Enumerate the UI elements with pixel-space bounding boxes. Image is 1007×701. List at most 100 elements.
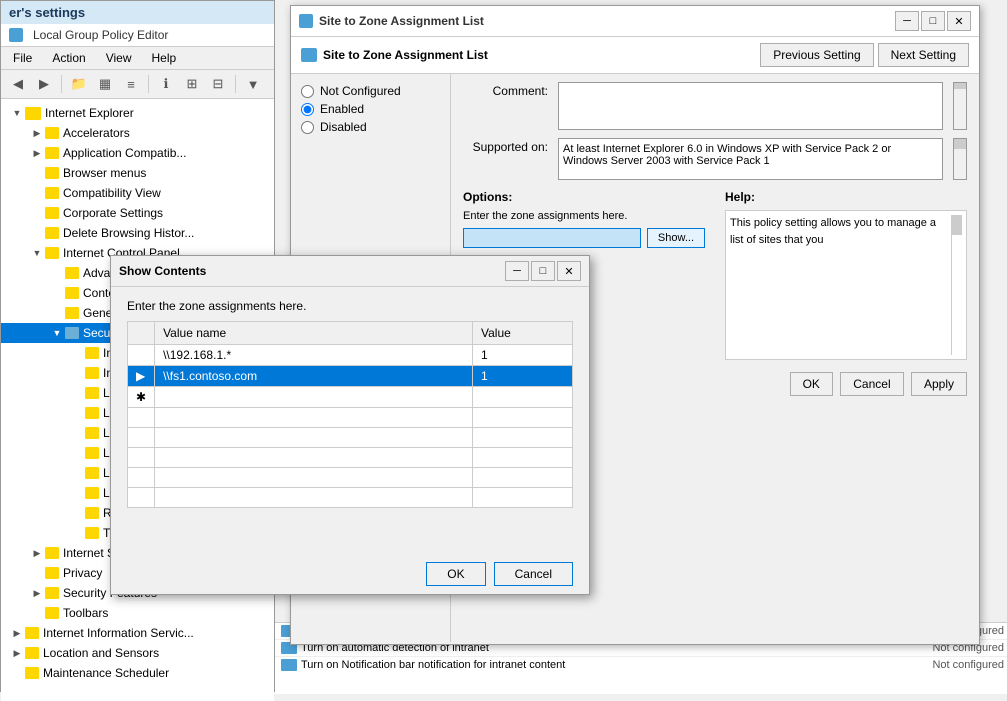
tree-item-compat[interactable]: ▶ Compatibility View <box>1 183 274 203</box>
prev-setting-btn[interactable]: Previous Setting <box>760 43 873 67</box>
empty13 <box>128 488 155 508</box>
tree-item-browsermenus[interactable]: ▶ Browser menus <box>1 163 274 183</box>
row2-value[interactable]: 1 <box>473 366 573 387</box>
row1-value[interactable]: 1 <box>473 345 573 366</box>
tree-arrow-appcompat: ▶ <box>29 145 45 161</box>
cancel-bottom-btn[interactable]: Cancel <box>840 372 903 396</box>
ok-bottom-btn[interactable]: OK <box>790 372 833 396</box>
forward-btn[interactable]: ▶ <box>33 73 55 95</box>
tree-item-toolbars[interactable]: ▶ Toolbars <box>1 603 274 623</box>
row2-name[interactable]: \\fs1.contoso.com <box>155 366 473 387</box>
tree-arrow-sf: ▶ <box>29 585 45 601</box>
grid-btn[interactable]: ▦ <box>94 73 116 95</box>
radio-not-configured-label: Not Configured <box>320 84 401 98</box>
supported-text-box: At least Internet Explorer 6.0 in Window… <box>558 138 943 180</box>
radio-enabled[interactable]: Enabled <box>301 102 440 116</box>
stzal-subheader: Site to Zone Assignment List Previous Se… <box>291 37 979 74</box>
radio-disabled[interactable]: Disabled <box>301 120 440 134</box>
tree-item-maintenance[interactable]: ▶ Maintenance Scheduler <box>1 663 274 683</box>
stzal-subheader-title: Site to Zone Assignment List <box>323 48 488 62</box>
properties-btn[interactable]: ⊞ <box>181 73 203 95</box>
tree-item-corp[interactable]: ▶ Corporate Settings <box>1 203 274 223</box>
settings-btn[interactable]: ⊟ <box>207 73 229 95</box>
filter-btn[interactable]: ▼ <box>242 73 264 95</box>
table-row[interactable]: ▶ \\fs1.contoso.com 1 <box>128 366 573 387</box>
back-btn[interactable]: ◀ <box>7 73 29 95</box>
radio-disabled-input[interactable] <box>301 121 314 134</box>
minimize-btn[interactable]: ─ <box>895 11 919 31</box>
tree-label-privacy: Privacy <box>63 566 102 580</box>
empty5 <box>155 428 473 448</box>
apply-bottom-btn[interactable]: Apply <box>911 372 967 396</box>
supported-row: Supported on: At least Internet Explorer… <box>463 138 967 180</box>
table-row[interactable]: \\192.168.1.* 1 <box>128 345 573 366</box>
maximize-btn[interactable]: □ <box>921 11 945 31</box>
folder-icon-db <box>45 227 59 239</box>
nav-buttons: Previous Setting Next Setting <box>760 43 969 67</box>
tree-item-location[interactable]: ▶ Location and Sensors <box>1 643 274 663</box>
radio-disabled-label: Disabled <box>320 120 367 134</box>
empty9 <box>473 448 573 468</box>
empty14 <box>155 488 473 508</box>
bottom-row-3[interactable]: Turn on Notification bar notification fo… <box>275 657 1007 673</box>
info-btn[interactable]: ℹ <box>155 73 177 95</box>
tree-item-delbrowse[interactable]: ▶ Delete Browsing Histor... <box>1 223 274 243</box>
next-setting-btn[interactable]: Next Setting <box>878 43 969 67</box>
menu-help[interactable]: Help <box>148 49 181 67</box>
row3-name[interactable] <box>155 387 473 408</box>
dialog-cancel-btn[interactable]: Cancel <box>494 562 573 586</box>
tree-label-appcompat: Application Compatib... <box>63 146 186 160</box>
tree-label-location: Location and Sensors <box>43 646 159 660</box>
folder-up-btn[interactable]: 📁 <box>68 73 90 95</box>
folder-icon-security <box>65 327 79 339</box>
empty4 <box>128 428 155 448</box>
folder-icon-location <box>25 647 39 659</box>
row3-value[interactable] <box>473 387 573 408</box>
row1-name[interactable]: \\192.168.1.* <box>155 345 473 366</box>
bottom-status-3: Not configured <box>854 659 1004 671</box>
folder-icon-compat <box>45 187 59 199</box>
folder-icon-ld5 <box>85 487 99 499</box>
tree-item-appcompat[interactable]: ▶ Application Compatib... <box>1 143 274 163</box>
zone-input[interactable] <box>463 228 641 248</box>
menu-file[interactable]: File <box>9 49 36 67</box>
folder-icon-ld2 <box>85 427 99 439</box>
comment-input[interactable] <box>558 82 943 130</box>
empty15 <box>473 488 573 508</box>
show-dialog-body: Enter the zone assignments here. Value n… <box>111 287 589 528</box>
show-dialog-maximize[interactable]: □ <box>531 261 555 281</box>
show-btn[interactable]: Show... <box>647 228 705 248</box>
menu-action[interactable]: Action <box>48 49 89 67</box>
list-btn[interactable]: ≡ <box>120 73 142 95</box>
folder-icon-content <box>65 287 79 299</box>
col-name: Value name <box>155 322 473 345</box>
table-row-empty <box>128 468 573 488</box>
comment-row: Comment: <box>463 82 967 130</box>
menu-view[interactable]: View <box>102 49 136 67</box>
tree-item-iis[interactable]: ▶ Internet Information Servic... <box>1 623 274 643</box>
radio-not-configured-input[interactable] <box>301 85 314 98</box>
help-text: This policy setting allows you to manage… <box>730 215 951 355</box>
table-row[interactable]: ✱ <box>128 387 573 408</box>
folder-icon-restricted <box>85 507 99 519</box>
folder-icon-sf <box>45 587 59 599</box>
radio-not-configured[interactable]: Not Configured <box>301 84 440 98</box>
tree-item-ie[interactable]: ▼ Internet Explorer <box>1 103 274 123</box>
tree-arrow-acc: ▶ <box>29 125 45 141</box>
dialog-ok-btn[interactable]: OK <box>426 562 485 586</box>
folder-icon-bm <box>45 167 59 179</box>
table-row-empty <box>128 428 573 448</box>
stzal-title: Site to Zone Assignment List <box>319 14 484 28</box>
empty12 <box>473 468 573 488</box>
stzal-controls: ─ □ ✕ <box>895 11 971 31</box>
show-dialog-close[interactable]: ✕ <box>557 261 581 281</box>
table-row-empty <box>128 408 573 428</box>
options-hint: Enter the zone assignments here. <box>463 210 705 222</box>
tree-label-toolbars: Toolbars <box>63 606 108 620</box>
folder-icon-toolbars <box>45 607 59 619</box>
close-btn[interactable]: ✕ <box>947 11 971 31</box>
radio-enabled-input[interactable] <box>301 103 314 116</box>
show-dialog-minimize[interactable]: ─ <box>505 261 529 281</box>
tree-item-accelerators[interactable]: ▶ Accelerators <box>1 123 274 143</box>
folder-icon-appcompat <box>45 147 59 159</box>
